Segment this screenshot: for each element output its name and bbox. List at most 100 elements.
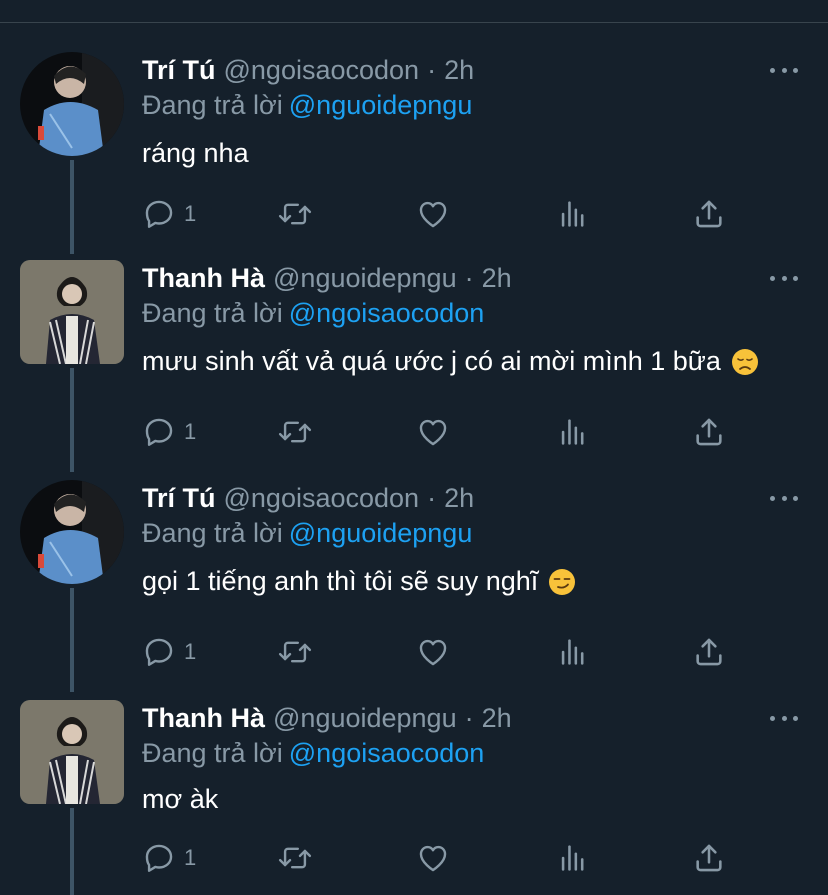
analytics-button[interactable]: [556, 634, 590, 670]
more-icon[interactable]: [770, 708, 798, 728]
reply-count: 1: [184, 201, 197, 226]
tweet-actions: 1: [142, 634, 742, 670]
tweet-header: Thanh Hà @nguoidepngu · 2h: [142, 260, 512, 296]
replying-label: Đang trả lời: [142, 90, 283, 120]
user-handle[interactable]: @ngoisaocodon: [224, 483, 420, 514]
analytics-icon: [561, 419, 584, 445]
separator-dot: ·: [464, 702, 474, 733]
analytics-button[interactable]: [556, 840, 590, 876]
replying-label: Đang trả lời: [142, 298, 283, 328]
retweet-button[interactable]: [276, 840, 314, 876]
tweet-text: mưu sinh vất vả quá ước j có ai mời mình…: [142, 346, 759, 377]
tweet-actions: 1: [142, 840, 742, 876]
retweet-icon: [278, 421, 312, 443]
thread-line: [70, 808, 74, 895]
share-icon: [696, 844, 722, 872]
avatar[interactable]: [20, 700, 124, 804]
tweet-text-content: mơ àk: [142, 784, 219, 814]
more-icon[interactable]: [770, 268, 798, 288]
reply-button[interactable]: 1: [142, 634, 196, 670]
share-icon: [696, 638, 722, 666]
replying-label: Đang trả lời: [142, 518, 283, 548]
replying-label: Đang trả lời: [142, 738, 283, 768]
share-button[interactable]: [692, 840, 726, 876]
reply-count: 1: [184, 419, 197, 444]
like-button[interactable]: [416, 634, 450, 670]
avatar[interactable]: [20, 52, 124, 156]
reply-icon: [145, 418, 173, 446]
user-handle[interactable]: @nguoidepngu: [273, 263, 457, 294]
thread-line: [70, 588, 74, 692]
timestamp[interactable]: 2h: [444, 55, 474, 86]
tweet-header: Trí Tú @ngoisaocodon · 2h: [142, 480, 474, 516]
display-name[interactable]: Trí Tú: [142, 483, 216, 514]
share-button[interactable]: [692, 634, 726, 670]
tweet-actions: 1: [142, 414, 742, 450]
analytics-button[interactable]: [556, 196, 590, 232]
like-button[interactable]: [416, 414, 450, 450]
timestamp[interactable]: 2h: [482, 263, 512, 294]
tweet-text-content: gọi 1 tiếng anh thì tôi sẽ suy nghĩ: [142, 566, 539, 596]
avatar[interactable]: [20, 480, 124, 584]
mention-link[interactable]: @nguoidepngu: [289, 90, 473, 120]
like-button[interactable]: [416, 840, 450, 876]
tweet-actions: 1: [142, 196, 742, 232]
mention-link[interactable]: @ngoisaocodon: [289, 298, 485, 328]
share-icon: [696, 200, 722, 228]
replying-to: Đang trả lời @ngoisaocodon: [142, 738, 484, 769]
mention-link[interactable]: @ngoisaocodon: [289, 738, 485, 768]
tweet-text-content: mưu sinh vất vả quá ước j có ai mời mình…: [142, 346, 721, 376]
replying-to: Đang trả lời @ngoisaocodon: [142, 298, 484, 329]
top-divider: [0, 22, 828, 23]
analytics-button[interactable]: [556, 414, 590, 450]
avatar[interactable]: [20, 260, 124, 364]
analytics-icon: [561, 201, 584, 227]
reply-button[interactable]: 1: [142, 840, 196, 876]
reply-icon: [145, 200, 173, 228]
tweet-header: Thanh Hà @nguoidepngu · 2h: [142, 700, 512, 736]
heart-icon: [419, 845, 447, 872]
timestamp[interactable]: 2h: [444, 483, 474, 514]
tweet-header: Trí Tú @ngoisaocodon · 2h: [142, 52, 474, 88]
timestamp[interactable]: 2h: [482, 703, 512, 734]
retweet-icon: [278, 641, 312, 663]
share-icon: [696, 418, 722, 446]
reply-count: 1: [184, 845, 197, 870]
user-handle[interactable]: @ngoisaocodon: [224, 55, 420, 86]
share-button[interactable]: [692, 196, 726, 232]
tweet-text: gọi 1 tiếng anh thì tôi sẽ suy nghĩ: [142, 566, 576, 597]
retweet-button[interactable]: [276, 634, 314, 670]
display-name[interactable]: Trí Tú: [142, 55, 216, 86]
display-name[interactable]: Thanh Hà: [142, 263, 265, 294]
retweet-button[interactable]: [276, 196, 314, 232]
retweet-button[interactable]: [276, 414, 314, 450]
tweet-text: mơ àk: [142, 784, 218, 815]
user-handle[interactable]: @nguoidepngu: [273, 703, 457, 734]
retweet-icon: [278, 203, 312, 225]
tweet-text-content: ráng nha: [142, 138, 249, 168]
like-button[interactable]: [416, 196, 450, 232]
mention-link[interactable]: @nguoidepngu: [289, 518, 473, 548]
replying-to: Đang trả lời @nguoidepngu: [142, 518, 472, 549]
reply-icon: [145, 844, 173, 872]
display-name[interactable]: Thanh Hà: [142, 703, 265, 734]
disappointed-face-emoji: [731, 348, 759, 376]
replying-to: Đang trả lời @nguoidepngu: [142, 90, 472, 121]
more-icon[interactable]: [770, 488, 798, 508]
separator-dot: ·: [427, 482, 437, 513]
heart-icon: [419, 201, 447, 228]
share-button[interactable]: [692, 414, 726, 450]
separator-dot: ·: [427, 54, 437, 85]
reply-count: 1: [184, 639, 197, 664]
separator-dot: ·: [464, 262, 474, 293]
more-icon[interactable]: [770, 60, 798, 80]
conversation-thread: Trí Tú @ngoisaocodon · 2h Đang trả lời @n…: [0, 0, 828, 895]
smirking-face-emoji: [548, 568, 576, 596]
heart-icon: [419, 639, 447, 666]
reply-button[interactable]: 1: [142, 196, 196, 232]
tweet-text: ráng nha: [142, 138, 249, 169]
heart-icon: [419, 419, 447, 446]
reply-button[interactable]: 1: [142, 414, 196, 450]
thread-line: [70, 368, 74, 472]
thread-line: [70, 160, 74, 254]
